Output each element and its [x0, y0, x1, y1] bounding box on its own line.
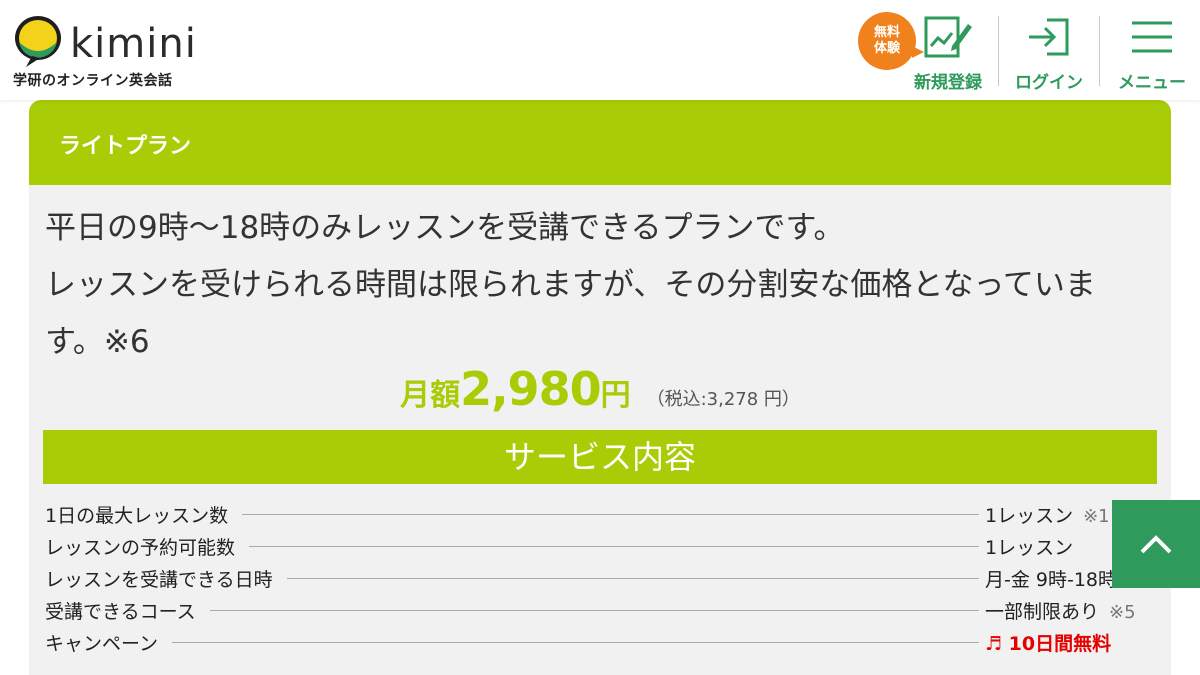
service-row: キャンペーン ♬ 10日間無料: [45, 626, 1145, 658]
service-row: 受講できるコース 一部制限あり ※5: [45, 594, 1145, 626]
price-tax-included: （税込:3,278 円）: [646, 389, 800, 410]
leader-line: [286, 577, 979, 579]
nav-divider: [998, 16, 999, 86]
brand-name: kimini: [70, 21, 197, 67]
brand-subtitle: 学研のオンライン英会話: [13, 73, 173, 89]
leader-line: [172, 641, 979, 643]
service-note: ※5: [1109, 601, 1136, 623]
menu-label: メニュー: [1118, 73, 1186, 93]
login-label: ログイン: [1015, 73, 1083, 93]
site-header: kimini 学研のオンライン英会話 無料 体験 新規登録 ログイン メニュー: [0, 0, 1200, 100]
kimini-logo[interactable]: kimini 学研のオンライン英会話: [12, 12, 202, 92]
service-row: 1日の最大レッスン数 1レッスン ※1: [45, 498, 1145, 530]
service-row: レッスンを受講できる日時 月-金 9時-18時: [45, 562, 1145, 594]
service-heading: サービス内容: [43, 430, 1157, 484]
service-label: レッスンの予約可能数: [45, 536, 236, 559]
service-note: ※1: [1083, 505, 1110, 527]
chevron-up-icon: [1140, 535, 1172, 554]
plan-card-header: ライトプラン: [29, 100, 1171, 185]
service-label: レッスンを受講できる日時: [45, 568, 273, 591]
scroll-to-top-button[interactable]: [1112, 500, 1200, 588]
menu-button[interactable]: メニュー: [1108, 10, 1196, 93]
service-label: 受講できるコース: [45, 600, 196, 623]
service-list: 1日の最大レッスン数 1レッスン ※1 レッスンの予約可能数 1レッスン レッスン…: [45, 498, 1145, 658]
login-button[interactable]: ログイン: [1006, 10, 1092, 93]
service-value: 一部制限あり ※5: [985, 600, 1136, 623]
signup-pen-icon: [924, 16, 972, 58]
login-icon: [1029, 18, 1069, 56]
price-unit: 円: [600, 378, 631, 413]
campaign-value: ♬ 10日間無料: [985, 632, 1112, 655]
free-trial-label: 無料 体験: [873, 25, 900, 56]
leader-line: [249, 545, 979, 547]
service-label: キャンペーン: [45, 632, 159, 655]
price-prefix: 月額: [400, 378, 461, 413]
service-row: レッスンの予約可能数 1レッスン: [45, 530, 1145, 562]
plan-price: 月額2,980円 （税込:3,278 円）: [29, 362, 1171, 416]
service-label: 1日の最大レッスン数: [45, 504, 229, 527]
leader-line: [242, 513, 979, 515]
signup-button[interactable]: 新規登録: [904, 10, 992, 93]
nav-divider: [1099, 16, 1100, 86]
plan-title: ライトプラン: [59, 134, 192, 159]
leader-line: [209, 609, 979, 611]
hamburger-menu-icon: [1132, 21, 1172, 53]
signup-label: 新規登録: [914, 73, 982, 93]
plan-description: 平日の9時〜18時のみレッスンを受講できるプランです。 レッスンを受けられる時間…: [45, 210, 1096, 360]
price-amount: 2,980: [460, 362, 602, 416]
plan-card: ライトプラン 平日の9時〜18時のみレッスンを受講できるプランです。 レッスンを…: [29, 100, 1171, 675]
logo-mark-icon: [15, 16, 61, 67]
